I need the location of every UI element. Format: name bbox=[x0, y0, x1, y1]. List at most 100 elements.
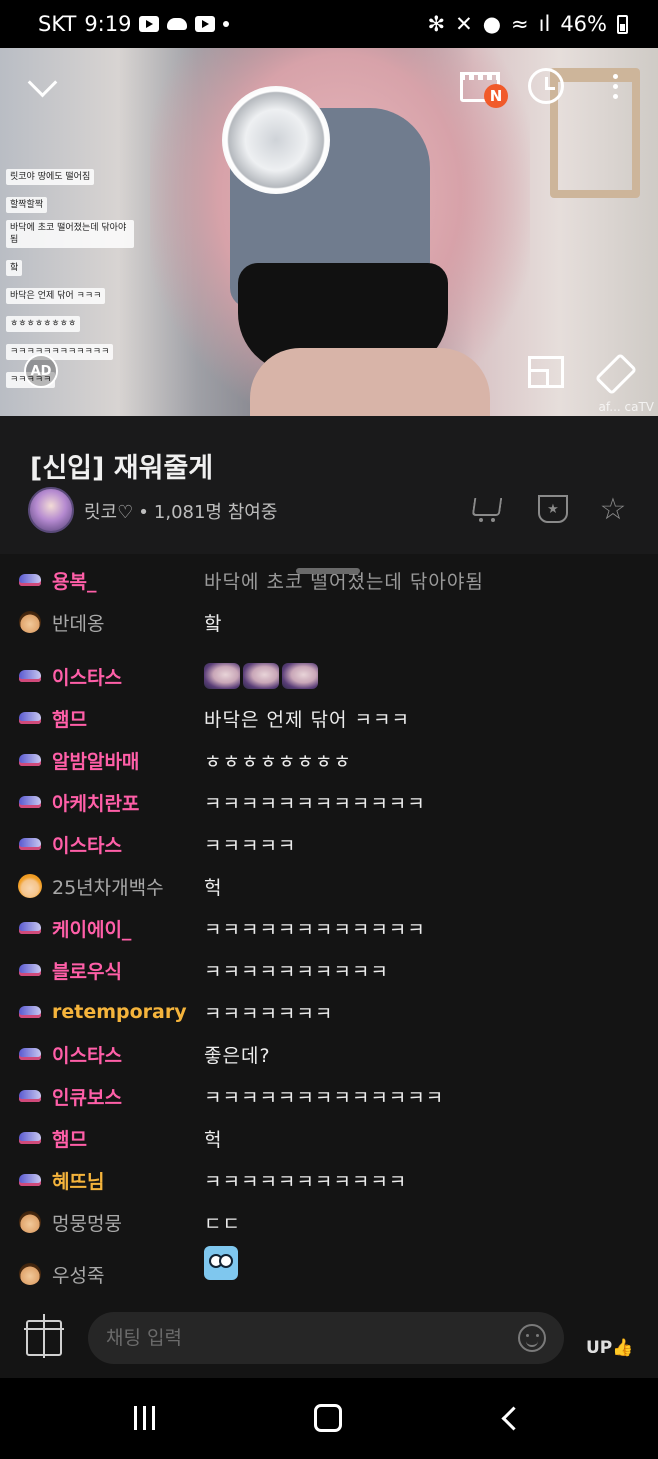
more-notifications-dot-icon bbox=[223, 21, 230, 27]
overlay-chat-message: ㅎㅎㅎㅎㅎㅎㅎㅎ bbox=[6, 316, 81, 332]
chat-nickname[interactable]: 멍뭉멍뭉 bbox=[52, 1209, 122, 1236]
chat-list[interactable]: 용복_ 바닥에 초코 떨어졌는데 닦아야됨 반데옹 핰 이스타스 햄므 바닥은 … bbox=[0, 554, 658, 1306]
chat-message: 헉 bbox=[204, 1128, 223, 1151]
history-clock-icon[interactable] bbox=[528, 68, 564, 104]
gift-icon[interactable] bbox=[24, 1314, 64, 1358]
chat-row: 이스타스 좋은데? bbox=[0, 1034, 658, 1074]
rotate-screen-icon[interactable] bbox=[596, 354, 636, 394]
chat-row: retemporary ㅋㅋㅋㅋㅋㅋㅋ bbox=[0, 992, 658, 1032]
favorite-star-icon[interactable]: ☆ bbox=[596, 492, 630, 527]
chat-nickname[interactable]: 이스타스 bbox=[52, 831, 122, 858]
signal-icon: ıl bbox=[538, 12, 551, 36]
streamer-name[interactable]: 릿코♡ bbox=[84, 502, 133, 523]
fan-badge-icon bbox=[18, 1086, 42, 1106]
home-icon[interactable] bbox=[308, 1398, 348, 1438]
fan-badge-icon bbox=[18, 792, 42, 812]
chat-row: 용복_ 바닥에 초코 떨어졌는데 닦아야됨 bbox=[0, 560, 658, 600]
broadcast-info: [신입] 재워줄게 bbox=[0, 416, 658, 554]
chat-nickname[interactable]: 이스타스 bbox=[52, 1041, 122, 1068]
chat-emote-group bbox=[204, 663, 321, 689]
wifi-icon: ≈ bbox=[511, 12, 529, 36]
status-bar: SKT 9:19 ✻ ✕ ● ≈ ıl 46% bbox=[0, 0, 658, 48]
overlay-chat-message: 할짝할짝 bbox=[6, 197, 48, 213]
broadcast-title: [신입] 재워줄게 bbox=[30, 453, 214, 484]
viewer-count: 1,081명 참여중 bbox=[153, 502, 278, 523]
fan-badge-icon bbox=[18, 1128, 42, 1148]
chat-message: 헉 bbox=[204, 876, 223, 899]
chat-nickname[interactable]: 햄므 bbox=[52, 1125, 87, 1152]
emoticon-icon bbox=[282, 663, 318, 689]
streamer-avatar[interactable] bbox=[28, 487, 74, 533]
chat-row: 이스타스 ㅋㅋㅋㅋㅋ bbox=[0, 824, 658, 864]
shopping-cart-icon[interactable] bbox=[470, 492, 504, 526]
chat-message: 핰 bbox=[204, 612, 223, 635]
mute-icon: ✕ bbox=[455, 12, 473, 36]
time-label: 9:19 bbox=[84, 12, 132, 36]
bluetooth-icon: ✻ bbox=[427, 12, 446, 36]
chat-message: ㅋㅋㅋㅋㅋㅋㅋ bbox=[204, 1002, 334, 1025]
overlay-chat-message: 핰 bbox=[6, 260, 23, 276]
chat-nickname[interactable]: 반데옹 bbox=[52, 609, 104, 636]
up-label: UP bbox=[586, 1338, 613, 1358]
fan-badge-icon bbox=[18, 1044, 42, 1064]
fan-badge-icon bbox=[18, 666, 42, 686]
overlay-chat-message: 릿코야 땅에도 떨어짐 bbox=[6, 169, 95, 185]
chat-row: 이스타스 bbox=[0, 656, 658, 696]
emoticon-icon bbox=[204, 663, 240, 689]
chat-nickname[interactable]: 아케치란포 bbox=[52, 789, 139, 816]
user-face-badge-icon bbox=[18, 612, 42, 632]
subscribe-cup-icon[interactable] bbox=[536, 492, 570, 526]
overlay-chat-message: 바닥에 초코 떨어졌는데 닦아야됨 bbox=[6, 220, 134, 248]
video-watermark: af... caTV bbox=[598, 400, 654, 414]
chat-emote-group bbox=[204, 1246, 238, 1280]
location-icon: ● bbox=[482, 12, 502, 36]
chat-nickname[interactable]: retemporary bbox=[52, 1001, 187, 1023]
chat-message: 좋은데? bbox=[204, 1044, 271, 1067]
chat-row: 알밤알바매 ㅎㅎㅎㅎㅎㅎㅎㅎ bbox=[0, 740, 658, 780]
video-headset bbox=[222, 86, 330, 194]
chat-nickname[interactable]: 용복_ bbox=[52, 567, 96, 594]
chat-row: 케이에이_ ㅋㅋㅋㅋㅋㅋㅋㅋㅋㅋㅋㅋ bbox=[0, 908, 658, 948]
video-overlay-chat: 릿코야 땅에도 떨어짐 할짝할짝 바닥에 초코 떨어졌는데 닦아야됨 핰 바닥은… bbox=[6, 164, 136, 395]
emoji-smile-icon[interactable] bbox=[518, 1324, 546, 1352]
chat-row: 혜뜨님 ㅋㅋㅋㅋㅋㅋㅋㅋㅋㅋㅋ bbox=[0, 1160, 658, 1200]
chat-nickname[interactable]: 케이에이_ bbox=[52, 915, 131, 942]
battery-icon bbox=[617, 14, 628, 34]
chat-nickname[interactable]: 이스타스 bbox=[52, 663, 122, 690]
chat-message: ㅋㅋㅋㅋㅋ bbox=[204, 834, 297, 857]
minimize-chevron-icon[interactable] bbox=[22, 72, 62, 102]
up-thumbs-button[interactable]: UP 👍 bbox=[586, 1318, 634, 1358]
chat-message: ㅋㅋㅋㅋㅋㅋㅋㅋㅋㅋㅋㅋ bbox=[204, 792, 426, 815]
back-icon[interactable] bbox=[490, 1398, 530, 1438]
fan-badge-icon bbox=[18, 570, 42, 590]
video-player[interactable]: 릿코야 땅에도 떨어짐 할짝할짝 바닥에 초코 떨어졌는데 닦아야됨 핰 바닥은… bbox=[0, 48, 658, 416]
fan-badge-icon bbox=[18, 1170, 42, 1190]
chat-message: ㅋㅋㅋㅋㅋㅋㅋㅋㅋㅋㅋㅋ bbox=[204, 918, 426, 941]
chat-nickname[interactable]: 우성죽 bbox=[52, 1261, 104, 1288]
recent-apps-icon[interactable] bbox=[124, 1398, 164, 1438]
chat-nickname[interactable]: 25년차개백수 bbox=[52, 873, 164, 900]
chat-nickname[interactable]: 알밤알바매 bbox=[52, 747, 139, 774]
fan-badge-icon bbox=[18, 708, 42, 728]
ad-button[interactable]: AD bbox=[24, 354, 58, 388]
chat-nickname[interactable]: 혜뜨님 bbox=[52, 1167, 104, 1194]
chat-message: ㅎㅎㅎㅎㅎㅎㅎㅎ bbox=[204, 750, 352, 773]
chat-row: 인큐보스 ㅋㅋㅋㅋㅋㅋㅋㅋㅋㅋㅋㅋㅋ bbox=[0, 1076, 658, 1116]
chat-nickname[interactable]: 햄므 bbox=[52, 705, 87, 732]
chat-row: 우성죽 bbox=[0, 1246, 658, 1294]
chat-input[interactable] bbox=[88, 1312, 564, 1364]
chat-row: 블로우식 ㅋㅋㅋㅋㅋㅋㅋㅋㅋㅋ bbox=[0, 950, 658, 990]
picture-in-picture-icon[interactable] bbox=[528, 356, 564, 388]
new-badge: N bbox=[484, 84, 508, 108]
fan-badge-icon bbox=[18, 1002, 42, 1022]
cloud-icon bbox=[167, 18, 188, 30]
chat-nickname[interactable]: 블로우식 bbox=[52, 957, 122, 984]
chat-message: ㄷㄷ bbox=[204, 1212, 241, 1235]
more-options-icon[interactable] bbox=[608, 68, 622, 104]
thumbs-up-icon: 👍 bbox=[612, 1338, 634, 1358]
chat-nickname[interactable]: 인큐보스 bbox=[52, 1083, 122, 1110]
chat-row: 햄므 헉 bbox=[0, 1118, 658, 1158]
youtube-notification-icon bbox=[139, 16, 160, 32]
chat-row: 반데옹 핰 bbox=[0, 602, 658, 642]
chat-row: 아케치란포 ㅋㅋㅋㅋㅋㅋㅋㅋㅋㅋㅋㅋ bbox=[0, 782, 658, 822]
